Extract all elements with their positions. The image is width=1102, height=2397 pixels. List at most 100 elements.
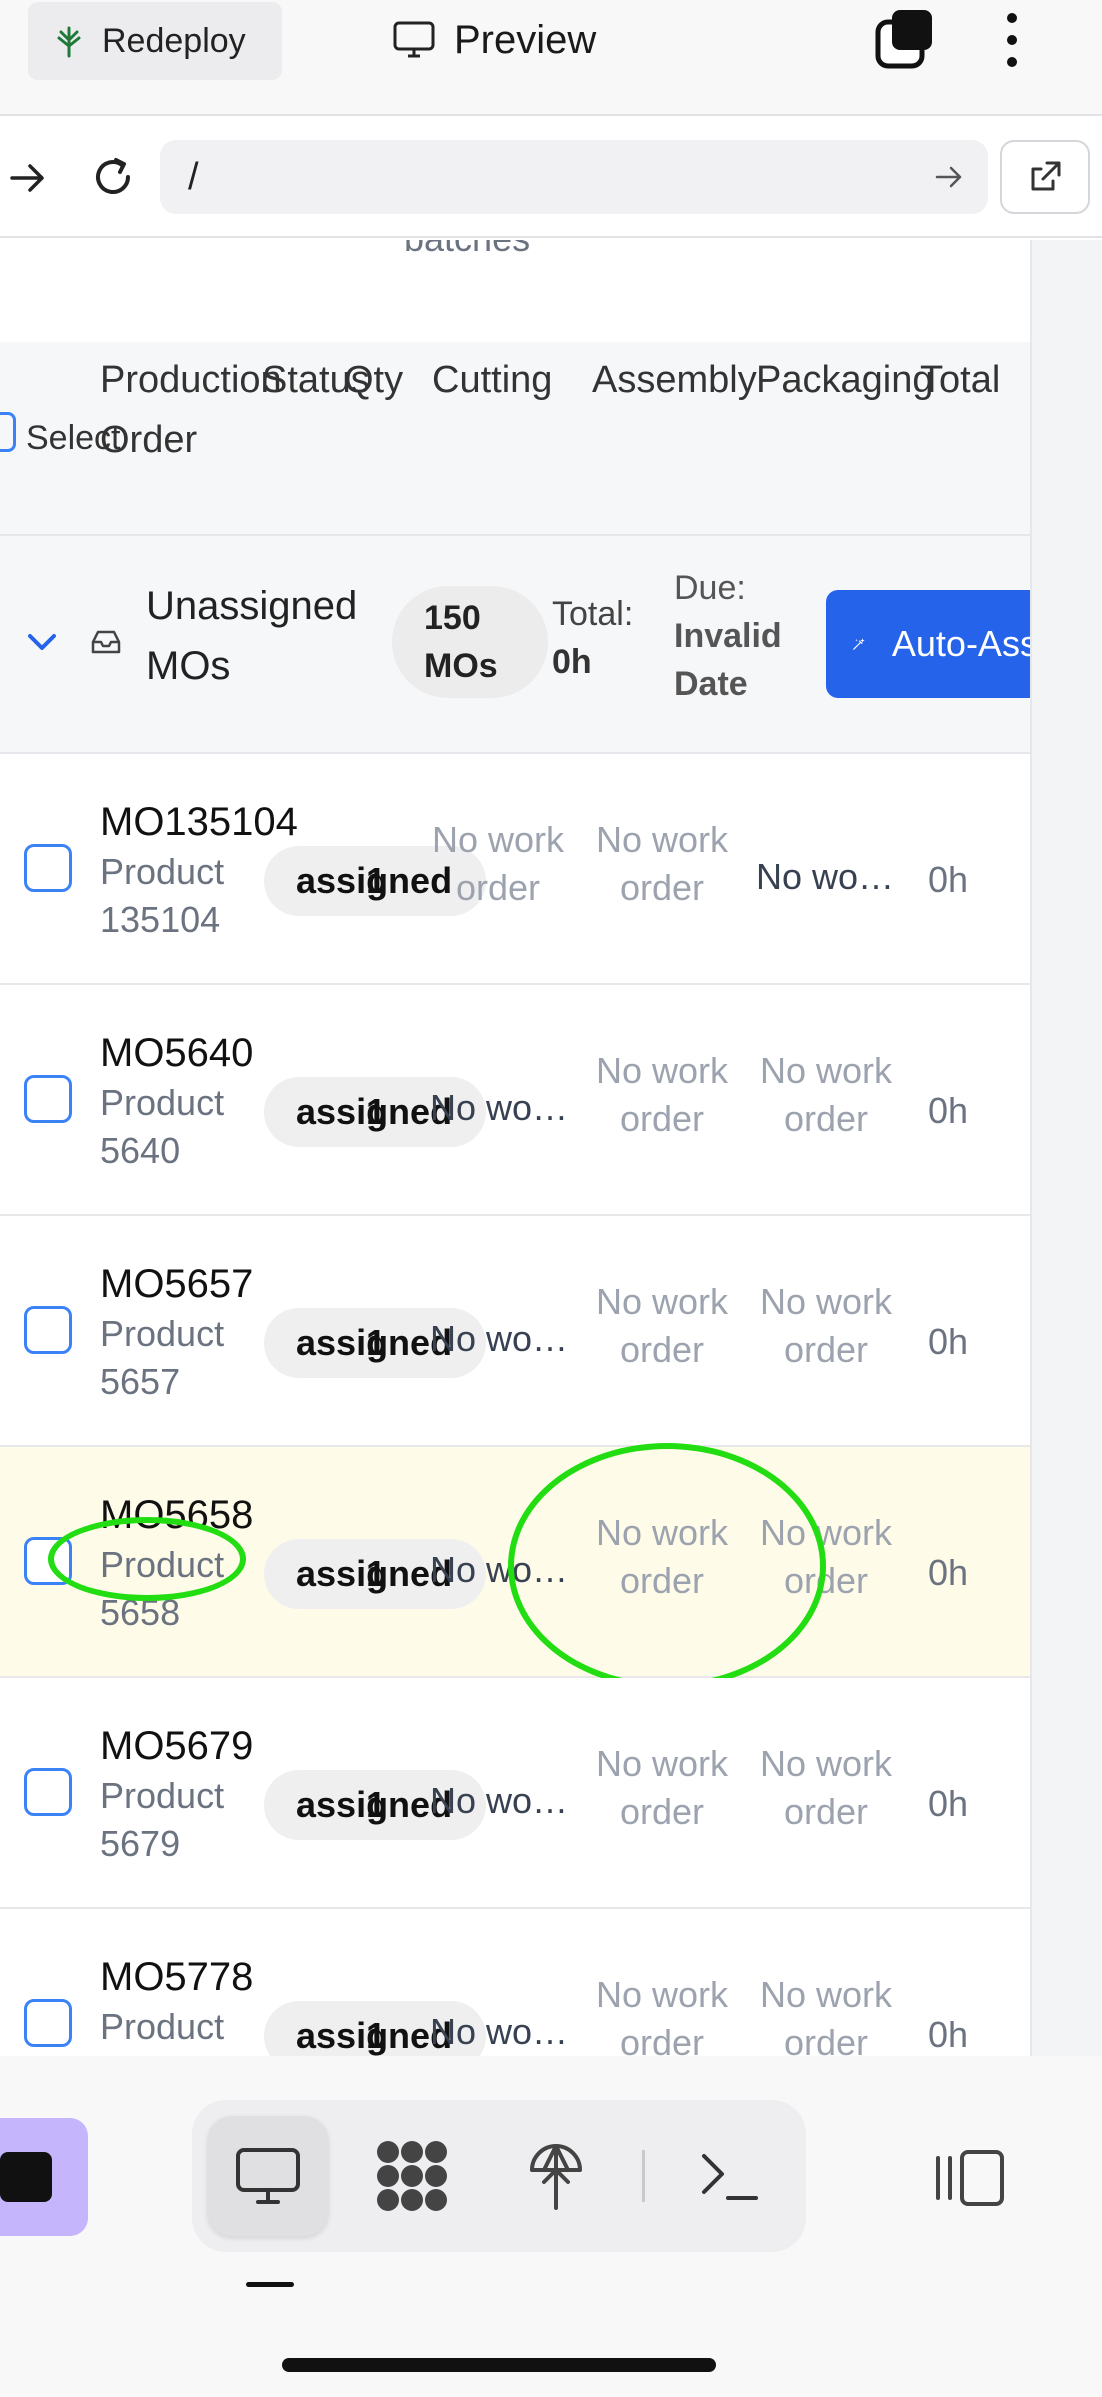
- product-name: Product 5679: [100, 1775, 225, 1864]
- product-name: Product 5658: [100, 1544, 225, 1633]
- scrollbar[interactable]: [1030, 240, 1102, 2056]
- panel-icon[interactable]: [932, 2148, 1008, 2208]
- group-row-unassigned[interactable]: Unassigned MOs 150 MOs Total: 0h Due: Inva…: [0, 536, 1030, 754]
- tree-icon[interactable]: [526, 2140, 586, 2212]
- partial-header-text: batches: [404, 240, 530, 260]
- redeploy-button[interactable]: Redeploy: [28, 2, 282, 80]
- reload-icon[interactable]: [88, 152, 138, 202]
- qty-value: 1: [366, 860, 387, 901]
- group-total: Total: 0h: [552, 590, 633, 686]
- table-header: Select Production Order Status Qty Cutti…: [0, 342, 1030, 536]
- group-total-value: 0h: [552, 643, 592, 681]
- chevron-down-icon[interactable]: [24, 628, 60, 658]
- cutting-cell: No wo…: [430, 1318, 569, 1359]
- stop-button[interactable]: [0, 2118, 88, 2236]
- monitor-icon: [393, 21, 435, 58]
- dock-preview-button[interactable]: [208, 2116, 328, 2236]
- cutting-cell: No wo…: [430, 2011, 569, 2052]
- column-header-total[interactable]: Total: [920, 350, 1000, 410]
- terminal-icon[interactable]: [698, 2146, 762, 2206]
- product-name: Product 5640: [100, 1082, 225, 1171]
- qty-value: 1: [366, 1553, 387, 1594]
- active-indicator: [246, 2282, 294, 2287]
- external-link-icon: [1031, 161, 1061, 191]
- group-title: Unassigned MOs: [146, 584, 358, 688]
- qty-value: 1: [366, 1091, 387, 1132]
- mo-number[interactable]: MO5658: [100, 1489, 253, 1541]
- group-due: Due: Invalid Date: [674, 564, 794, 708]
- tabs-stack-icon[interactable]: [872, 8, 936, 72]
- mo-number[interactable]: MO5778: [100, 1951, 253, 2003]
- product-name: Product 135104: [100, 851, 225, 940]
- total-cell: 0h: [928, 1321, 969, 1362]
- assembly-cell: No work order: [595, 1050, 729, 1139]
- row-checkbox[interactable]: [24, 1999, 72, 2047]
- assembly-cell: No work order: [595, 819, 729, 908]
- select-all-checkbox[interactable]: [0, 412, 16, 452]
- mo-number[interactable]: MO135104: [100, 796, 298, 848]
- address-bar: /: [0, 118, 1102, 238]
- column-header-packaging[interactable]: Packaging: [756, 350, 933, 410]
- grid-blob-icon[interactable]: [374, 2138, 450, 2214]
- monitor-icon: [236, 2148, 300, 2204]
- cutting-cell: No wo…: [430, 1780, 569, 1821]
- more-vertical-icon[interactable]: [994, 8, 1030, 72]
- row-checkbox[interactable]: [24, 844, 72, 892]
- group-total-label: Total:: [552, 595, 634, 633]
- table-row[interactable]: MO135104 Product 135104 assigned 1 No wo…: [0, 754, 1030, 985]
- group-due-value: Invalid Date: [674, 617, 782, 703]
- mo-number[interactable]: MO5679: [100, 1720, 253, 1772]
- assembly-cell: No work order: [595, 1743, 729, 1832]
- packaging-cell: No work order: [759, 1743, 893, 1832]
- open-external-button[interactable]: [1000, 140, 1090, 214]
- row-checkbox[interactable]: [24, 1075, 72, 1123]
- column-header-production-order[interactable]: Production Order: [100, 350, 282, 470]
- qty-value: 1: [366, 2015, 387, 2056]
- packaging-cell: No work order: [759, 1281, 893, 1370]
- cutting-cell: No wo…: [430, 1549, 569, 1590]
- mo-number[interactable]: MO5657: [100, 1258, 253, 1310]
- cutting-cell: No wo…: [430, 1087, 569, 1128]
- url-input[interactable]: /: [160, 140, 988, 214]
- packaging-cell: No work order: [759, 1512, 893, 1601]
- preview-content: batches Select Production Order Status Q…: [0, 240, 1030, 2056]
- auto-assign-button[interactable]: Auto-Assign: [826, 590, 1030, 698]
- dock-divider: [642, 2150, 645, 2202]
- assembly-cell: No work order: [595, 1974, 729, 2056]
- home-indicator: [282, 2358, 716, 2372]
- bottom-dock: [0, 2056, 1102, 2397]
- top-toolbar: Redeploy Preview: [0, 0, 1102, 116]
- table-row[interactable]: MO5679 Product 5679 assigned 1 No wo… No…: [0, 1678, 1030, 1909]
- total-cell: 0h: [928, 1090, 969, 1131]
- dock-tray: [192, 2100, 806, 2252]
- qty-value: 1: [366, 1784, 387, 1825]
- arrow-right-icon[interactable]: [8, 158, 48, 198]
- arrow-right-icon[interactable]: [934, 162, 964, 192]
- preview-label: Preview: [454, 17, 597, 62]
- magic-wand-icon: [853, 638, 865, 650]
- column-header-cutting[interactable]: Cutting: [432, 350, 552, 410]
- mo-number[interactable]: MO5640: [100, 1027, 253, 1079]
- group-due-label: Due:: [674, 569, 746, 607]
- column-header-assembly[interactable]: Assembly: [592, 350, 757, 410]
- preview-tab[interactable]: Preview: [392, 12, 596, 68]
- assembly-cell: No work order: [595, 1512, 729, 1601]
- row-checkbox[interactable]: [24, 1306, 72, 1354]
- total-cell: 0h: [928, 1552, 969, 1593]
- qty-value: 1: [366, 1322, 387, 1363]
- product-name: Product 5657: [100, 1313, 225, 1402]
- redeploy-label: Redeploy: [102, 21, 246, 60]
- packaging-cell: No work order: [759, 1974, 893, 2056]
- table-row[interactable]: MO5658 Product 5658 assigned 1 No wo… No…: [0, 1443, 1030, 1689]
- table-row[interactable]: MO5778 Product assigned 1 No wo… No work…: [0, 1909, 1030, 2056]
- table-row[interactable]: MO5640 Product 5640 assigned 1 No wo… No…: [0, 985, 1030, 1216]
- total-cell: 0h: [928, 859, 969, 900]
- product-name: Product: [100, 2006, 225, 2047]
- row-checkbox[interactable]: [24, 1768, 72, 1816]
- column-header-qty[interactable]: Qty: [344, 350, 403, 410]
- table-row[interactable]: MO5657 Product 5657 assigned 1 No wo… No…: [0, 1216, 1030, 1447]
- packaging-cell: No work order: [759, 1050, 893, 1139]
- inbox-icon: [91, 630, 121, 654]
- stop-icon: [0, 2152, 52, 2202]
- row-checkbox[interactable]: [24, 1537, 72, 1585]
